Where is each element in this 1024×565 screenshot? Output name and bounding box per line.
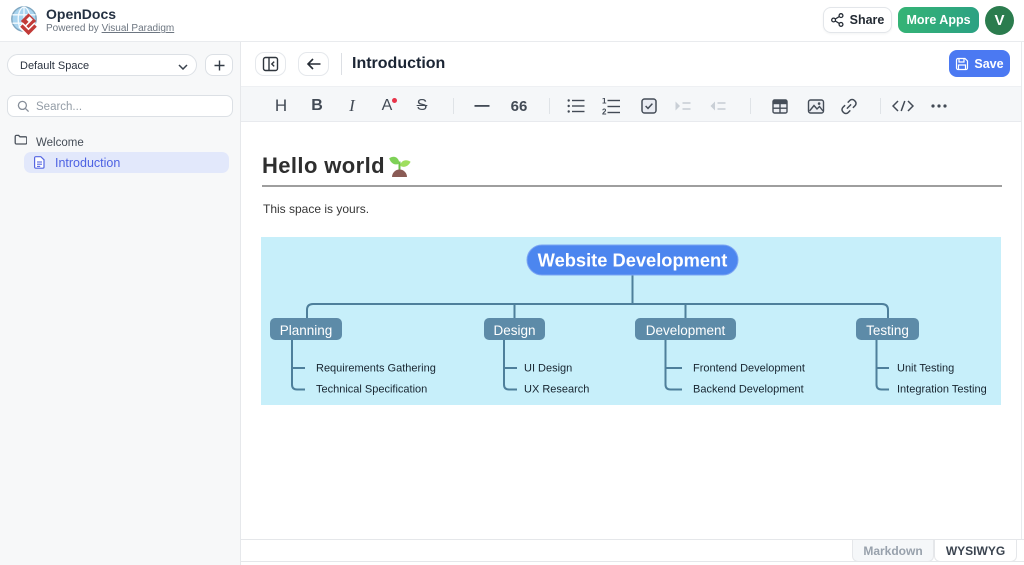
svg-text:2: 2: [602, 107, 607, 115]
svg-text:Unit Testing: Unit Testing: [897, 363, 954, 375]
svg-text:Backend Development: Backend Development: [693, 384, 804, 396]
svg-text:UX Research: UX Research: [524, 384, 589, 396]
svg-text:Requirements Gathering: Requirements Gathering: [316, 363, 436, 375]
svg-text:Planning: Planning: [280, 323, 333, 338]
svg-text:Website Development: Website Development: [538, 250, 728, 271]
svg-text:Design: Design: [493, 323, 535, 338]
svg-text:UI Design: UI Design: [524, 363, 572, 375]
svg-text:Development: Development: [646, 323, 726, 338]
svg-text:Technical Specification: Technical Specification: [316, 384, 427, 396]
svg-text:1: 1: [602, 98, 607, 106]
svg-text:Integration Testing: Integration Testing: [897, 384, 987, 396]
svg-text:Testing: Testing: [866, 323, 909, 338]
svg-text:Frontend Development: Frontend Development: [693, 363, 805, 375]
